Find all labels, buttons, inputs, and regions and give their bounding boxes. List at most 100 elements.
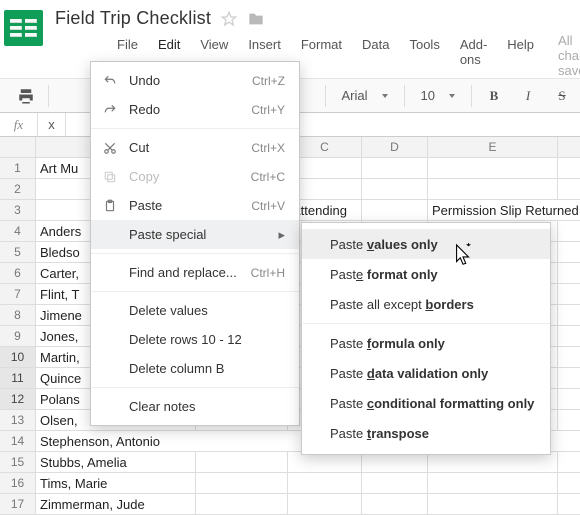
- cell[interactable]: [558, 326, 580, 347]
- cell[interactable]: [288, 494, 362, 515]
- submenu-paste-borders[interactable]: Paste all except borders: [302, 289, 550, 319]
- menu-cut[interactable]: Cut Ctrl+X: [91, 133, 299, 162]
- menu-find-replace[interactable]: Find and replace... Ctrl+H: [91, 258, 299, 287]
- menu-find-label: Find and replace...: [129, 265, 241, 280]
- menu-cut-shortcut: Ctrl+X: [251, 141, 285, 155]
- row-header[interactable]: 3: [0, 200, 36, 221]
- menu-data[interactable]: Data: [352, 33, 399, 78]
- row-header[interactable]: 12: [0, 389, 36, 410]
- name-box[interactable]: x: [38, 113, 66, 136]
- select-all-corner[interactable]: [0, 137, 36, 158]
- col-header-blank[interactable]: [558, 137, 580, 158]
- folder-icon[interactable]: [247, 11, 265, 27]
- row-header[interactable]: 1: [0, 158, 36, 179]
- menu-delete-values[interactable]: Delete values: [91, 296, 299, 325]
- col-header-d[interactable]: D: [362, 137, 428, 158]
- bold-button[interactable]: B: [480, 83, 508, 109]
- row-header[interactable]: 11: [0, 368, 36, 389]
- submenu-paste-conditional[interactable]: Paste conditional formatting only: [302, 388, 550, 418]
- sheets-app-icon[interactable]: [4, 10, 43, 46]
- cell[interactable]: [558, 410, 580, 431]
- row-header[interactable]: 5: [0, 242, 36, 263]
- menu-tools[interactable]: Tools: [399, 33, 449, 78]
- star-icon[interactable]: [221, 11, 237, 27]
- menu-delete-column[interactable]: Delete column B: [91, 354, 299, 383]
- cell[interactable]: [558, 263, 580, 284]
- row-header[interactable]: 2: [0, 179, 36, 200]
- cell[interactable]: [362, 179, 428, 200]
- row-header[interactable]: 17: [0, 494, 36, 515]
- row-header[interactable]: 15: [0, 452, 36, 473]
- cell[interactable]: [362, 452, 428, 473]
- menu-paste-special[interactable]: Paste special ▸: [91, 220, 299, 249]
- row-header[interactable]: 6: [0, 263, 36, 284]
- cell[interactable]: [558, 389, 580, 410]
- submenu-paste-values[interactable]: Paste values only: [302, 229, 550, 259]
- print-icon[interactable]: [12, 83, 40, 109]
- menu-copy-shortcut: Ctrl+C: [251, 170, 285, 184]
- redo-icon: [101, 103, 119, 117]
- cell[interactable]: [558, 305, 580, 326]
- row-header[interactable]: 4: [0, 221, 36, 242]
- cell[interactable]: [288, 452, 362, 473]
- cell[interactable]: [558, 179, 580, 200]
- cell[interactable]: [558, 221, 580, 242]
- cell[interactable]: [558, 284, 580, 305]
- cell[interactable]: [558, 347, 580, 368]
- cell[interactable]: [362, 473, 428, 494]
- row-header[interactable]: 10: [0, 347, 36, 368]
- row-header[interactable]: 8: [0, 305, 36, 326]
- col-header-e[interactable]: E: [428, 137, 558, 158]
- save-status: All changes save: [544, 33, 580, 78]
- submenu-paste-formula[interactable]: Paste formula only: [302, 328, 550, 358]
- font-size-select[interactable]: 10: [413, 84, 463, 108]
- doc-title[interactable]: Field Trip Checklist: [55, 8, 211, 29]
- row-header[interactable]: 16: [0, 473, 36, 494]
- menu-undo[interactable]: Undo Ctrl+Z: [91, 66, 299, 95]
- cell[interactable]: Stubbs, Amelia: [36, 452, 196, 473]
- cell[interactable]: [196, 494, 288, 515]
- italic-button[interactable]: I: [514, 83, 542, 109]
- font-family-select[interactable]: Arial: [334, 84, 396, 108]
- cell[interactable]: Permission Slip Returned: [428, 200, 580, 221]
- cell[interactable]: [288, 473, 362, 494]
- menu-delete-rows[interactable]: Delete rows 10 - 12: [91, 325, 299, 354]
- cell[interactable]: [428, 158, 558, 179]
- cell[interactable]: [196, 473, 288, 494]
- row-header[interactable]: 7: [0, 284, 36, 305]
- menu-clear-notes[interactable]: Clear notes: [91, 392, 299, 421]
- cell[interactable]: [428, 452, 558, 473]
- row-header[interactable]: 9: [0, 326, 36, 347]
- font-family-label: Arial: [342, 88, 368, 103]
- cell[interactable]: [558, 494, 580, 515]
- menu-help[interactable]: Help: [497, 33, 544, 78]
- cell[interactable]: [362, 158, 428, 179]
- cell[interactable]: [428, 179, 558, 200]
- menu-redo[interactable]: Redo Ctrl+Y: [91, 95, 299, 124]
- menu-paste[interactable]: Paste Ctrl+V: [91, 191, 299, 220]
- submenu-paste-format[interactable]: Paste format only: [302, 259, 550, 289]
- cell[interactable]: [558, 473, 580, 494]
- menu-undo-shortcut: Ctrl+Z: [252, 74, 285, 88]
- cell[interactable]: [362, 494, 428, 515]
- cell[interactable]: Zimmerman, Jude: [36, 494, 196, 515]
- submenu-paste-data-validation[interactable]: Paste data validation only: [302, 358, 550, 388]
- cell[interactable]: [428, 494, 558, 515]
- cell[interactable]: [558, 158, 580, 179]
- fx-label: fx: [0, 113, 38, 136]
- cell[interactable]: [428, 473, 558, 494]
- cell[interactable]: [558, 452, 580, 473]
- menu-clear-notes-label: Clear notes: [129, 399, 285, 414]
- menu-undo-label: Undo: [129, 73, 242, 88]
- cell[interactable]: Tims, Marie: [36, 473, 196, 494]
- cell[interactable]: [362, 200, 428, 221]
- cell[interactable]: [196, 452, 288, 473]
- row-header[interactable]: 14: [0, 431, 36, 452]
- menu-format[interactable]: Format: [291, 33, 352, 78]
- cell[interactable]: [558, 368, 580, 389]
- strikethrough-button[interactable]: S: [548, 83, 576, 109]
- row-header[interactable]: 13: [0, 410, 36, 431]
- submenu-paste-transpose[interactable]: Paste transpose: [302, 418, 550, 448]
- cell[interactable]: [558, 242, 580, 263]
- menu-addons[interactable]: Add-ons: [450, 33, 497, 78]
